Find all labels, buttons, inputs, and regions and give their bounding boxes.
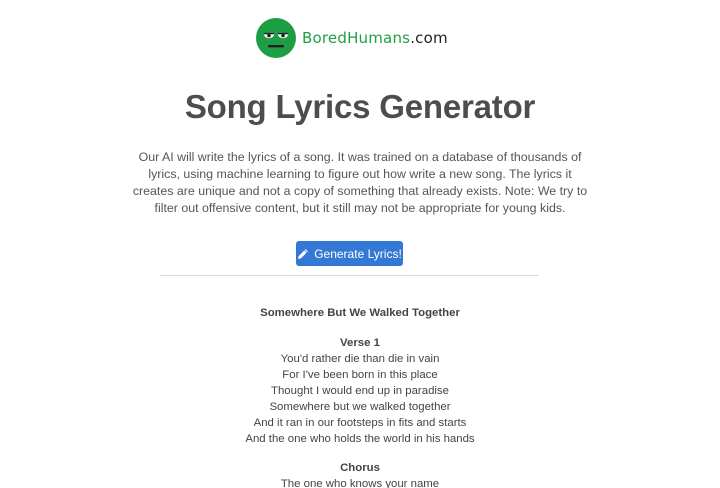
bored-face-icon <box>256 18 296 58</box>
lyric-line: And it ran in our footsteps in fits and … <box>253 417 467 429</box>
lyric-line: For I've been born in this place <box>282 369 438 381</box>
chorus-heading: Chorus <box>340 462 380 474</box>
divider <box>160 275 539 276</box>
site-logo[interactable]: BoredHumans.com <box>256 17 448 59</box>
generate-lyrics-button[interactable]: Generate Lyrics! <box>296 241 403 266</box>
pencil-icon <box>298 248 309 259</box>
lyric-line: Thought I would end up in paradise <box>271 385 449 397</box>
page-title: Song Lyrics Generator <box>184 88 536 125</box>
verse-heading: Verse 1 <box>340 337 380 349</box>
song-title: Somewhere But We Walked Together <box>260 307 460 319</box>
lyric-line: And the one who holds the world in his h… <box>245 433 475 445</box>
lyric-line: The one who knows your name <box>280 478 440 488</box>
lyric-line: Somewhere but we walked together <box>269 401 451 413</box>
page-description: Our AI will write the lyrics of a song. … <box>132 150 588 215</box>
lyric-line: You'd rather die than die in vain <box>280 353 440 365</box>
logo-text: BoredHumans.com <box>302 29 448 47</box>
page: BoredHumans.com Song Lyrics Generator Ou… <box>0 0 720 488</box>
generate-lyrics-label: Generate Lyrics! <box>314 246 402 261</box>
lyrics-output: Somewhere But We Walked Together Verse 1… <box>0 305 720 488</box>
